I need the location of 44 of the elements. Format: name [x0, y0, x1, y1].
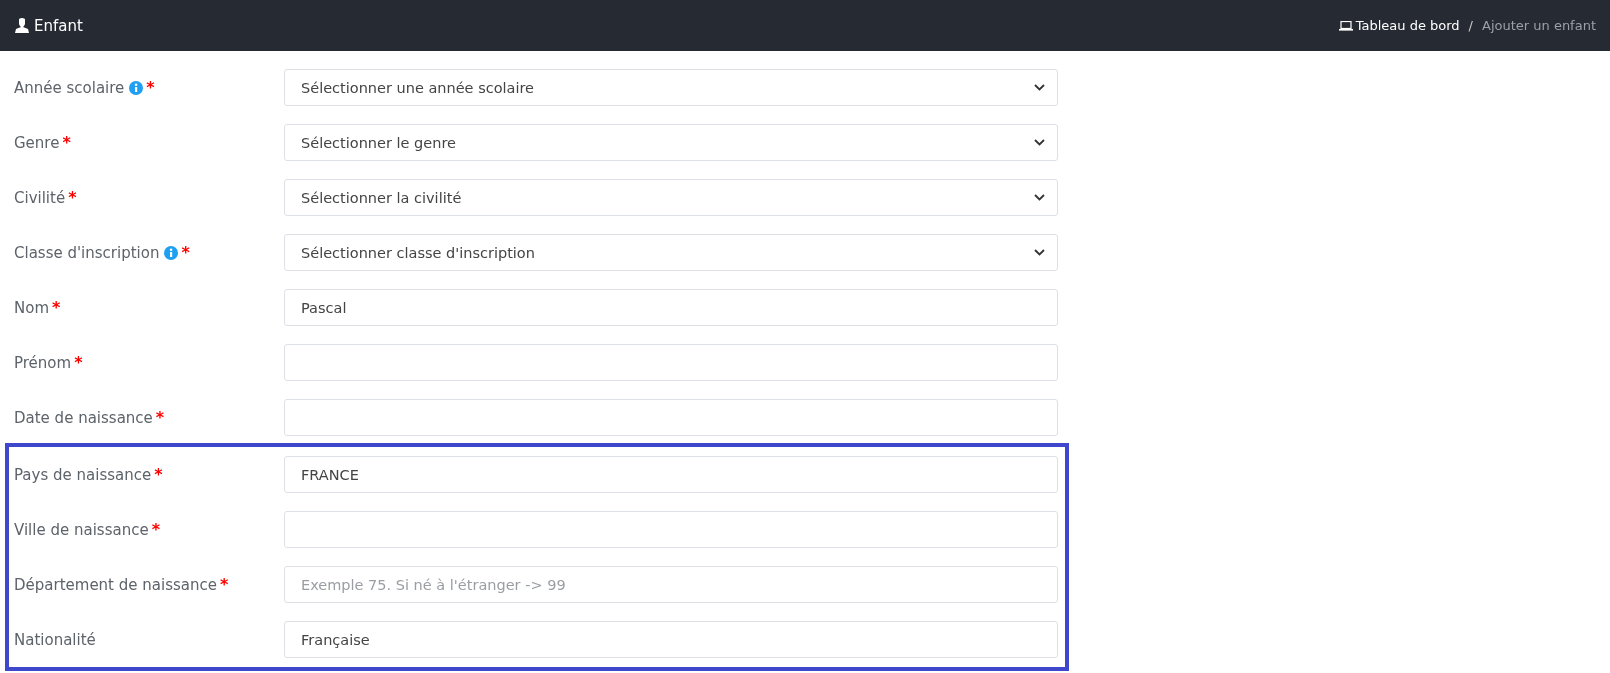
- required-mark: *: [151, 520, 160, 539]
- select-field[interactable]: Sélectionner une année scolaire: [284, 69, 1058, 106]
- field-label: Civilité: [14, 188, 66, 207]
- field-label: Date de naissance: [14, 408, 153, 427]
- select-field[interactable]: Sélectionner la civilité: [284, 179, 1058, 216]
- required-mark: *: [219, 575, 229, 594]
- field-label: Pays de naissance: [14, 465, 152, 484]
- required-mark: *: [155, 408, 165, 427]
- page-title: Enfant: [15, 16, 83, 35]
- required-mark: *: [181, 243, 190, 262]
- chevron-down-icon: [1034, 249, 1045, 256]
- person-bust-icon: [15, 18, 29, 33]
- breadcrumb-current: Ajouter un enfant: [1482, 18, 1596, 33]
- text-field[interactable]: Pascal: [284, 289, 1058, 326]
- breadcrumb-separator: /: [1468, 18, 1473, 33]
- field-label: Genre: [14, 133, 60, 152]
- breadcrumb-link[interactable]: Tableau de bord: [1338, 18, 1460, 33]
- field-label: Ville de naissance: [14, 520, 149, 539]
- info-icon: [164, 245, 179, 260]
- field-label: Nationalité: [14, 630, 96, 649]
- select-field[interactable]: Sélectionner le genre: [284, 124, 1058, 161]
- text-field[interactable]: Française: [284, 621, 1058, 658]
- required-mark: *: [74, 353, 83, 372]
- chevron-down-icon: [1034, 139, 1045, 146]
- laptop-icon: [1338, 20, 1353, 31]
- field-label: Nom: [14, 298, 49, 317]
- required-mark: *: [68, 188, 77, 207]
- field-label: Département de naissance: [14, 575, 217, 594]
- text-field[interactable]: Exemple 75. Si né à l'étranger -> 99: [284, 566, 1058, 603]
- text-field[interactable]: [284, 344, 1058, 381]
- required-mark: *: [52, 298, 61, 317]
- field-label: Classe d'inscription: [14, 243, 160, 262]
- required-mark: *: [62, 133, 71, 152]
- required-mark: *: [154, 465, 163, 484]
- text-field[interactable]: [284, 399, 1058, 436]
- text-field[interactable]: [284, 511, 1058, 548]
- select-field[interactable]: Sélectionner classe d'inscription: [284, 234, 1058, 271]
- field-label: Prénom: [14, 353, 72, 372]
- chevron-down-icon: [1034, 194, 1045, 201]
- text-field[interactable]: FRANCE: [284, 456, 1058, 493]
- field-label: Année scolaire: [14, 78, 125, 97]
- required-mark: *: [146, 78, 155, 97]
- chevron-down-icon: [1034, 84, 1045, 91]
- info-icon: [129, 80, 144, 95]
